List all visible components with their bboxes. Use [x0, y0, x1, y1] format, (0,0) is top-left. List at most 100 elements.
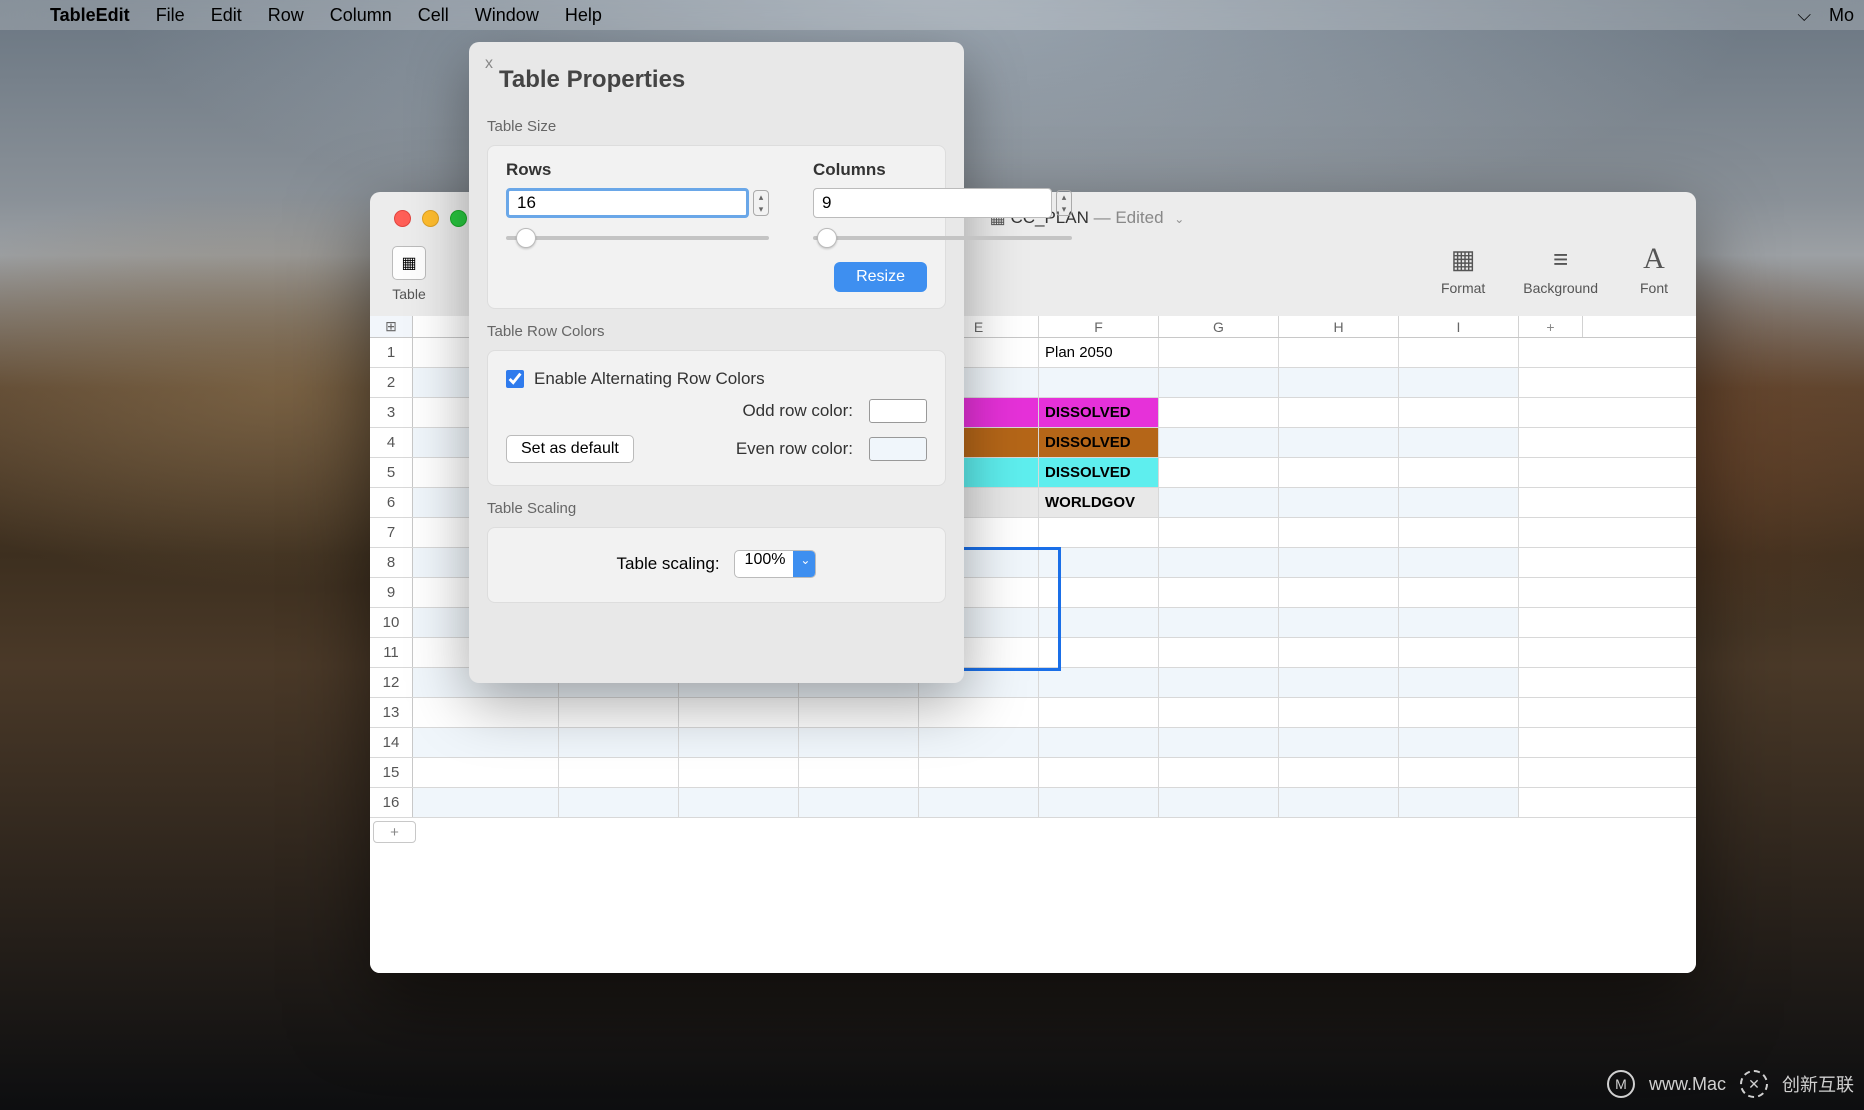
- cell[interactable]: Plan 2050: [1039, 338, 1159, 367]
- cell[interactable]: [1399, 758, 1519, 787]
- cell[interactable]: [1159, 458, 1279, 487]
- cell[interactable]: [1399, 608, 1519, 637]
- font-button[interactable]: A Font: [1636, 244, 1672, 296]
- cell[interactable]: WORLDGOV: [1039, 488, 1159, 517]
- cell[interactable]: DISSOLVED: [1039, 458, 1159, 487]
- cell[interactable]: DISSOLVED: [1039, 398, 1159, 427]
- row-header[interactable]: 14: [370, 728, 413, 757]
- row-header[interactable]: 16: [370, 788, 413, 817]
- cell[interactable]: [1279, 428, 1399, 457]
- rows-input[interactable]: [506, 188, 749, 218]
- cell[interactable]: [413, 758, 559, 787]
- col-G[interactable]: G: [1159, 316, 1279, 337]
- wifi-icon[interactable]: ⌵: [1797, 5, 1811, 26]
- cell[interactable]: [1159, 518, 1279, 547]
- col-F[interactable]: F: [1039, 316, 1159, 337]
- cell[interactable]: [1039, 578, 1159, 607]
- row-header[interactable]: 7: [370, 518, 413, 547]
- menu-edit[interactable]: Edit: [211, 5, 242, 26]
- row-header[interactable]: 10: [370, 608, 413, 637]
- scaling-select[interactable]: 100%: [734, 550, 817, 578]
- cell[interactable]: [1039, 638, 1159, 667]
- cell[interactable]: [679, 698, 799, 727]
- cell[interactable]: [1279, 338, 1399, 367]
- row-header[interactable]: 8: [370, 548, 413, 577]
- row-header[interactable]: 2: [370, 368, 413, 397]
- cell[interactable]: [1399, 428, 1519, 457]
- cell[interactable]: [679, 758, 799, 787]
- cell[interactable]: [1159, 548, 1279, 577]
- menu-file[interactable]: File: [156, 5, 185, 26]
- table-tool-icon[interactable]: ▦: [392, 246, 426, 280]
- cell[interactable]: [1399, 458, 1519, 487]
- cell[interactable]: [1039, 728, 1159, 757]
- cell[interactable]: [1159, 368, 1279, 397]
- cell[interactable]: [1279, 758, 1399, 787]
- alt-row-colors-checkbox[interactable]: Enable Alternating Row Colors: [506, 365, 927, 393]
- cell[interactable]: [1159, 758, 1279, 787]
- row-header[interactable]: 13: [370, 698, 413, 727]
- close-button[interactable]: [394, 210, 411, 227]
- cell[interactable]: [413, 698, 559, 727]
- row-header[interactable]: 1: [370, 338, 413, 367]
- cell[interactable]: [1159, 728, 1279, 757]
- cell[interactable]: [1159, 608, 1279, 637]
- cell[interactable]: [1279, 728, 1399, 757]
- row-header[interactable]: 3: [370, 398, 413, 427]
- menubar[interactable]: TableEdit File Edit Row Column Cell Wind…: [0, 0, 1864, 30]
- cell[interactable]: [1159, 638, 1279, 667]
- cell[interactable]: [1159, 488, 1279, 517]
- toolbar-table[interactable]: ▦ Table: [392, 244, 426, 302]
- cell[interactable]: [1399, 488, 1519, 517]
- columns-slider[interactable]: [813, 228, 1072, 248]
- row-header[interactable]: 11: [370, 638, 413, 667]
- cell[interactable]: [1039, 698, 1159, 727]
- minimize-button[interactable]: [422, 210, 439, 227]
- cell[interactable]: [679, 788, 799, 817]
- menu-cell[interactable]: Cell: [418, 5, 449, 26]
- cell[interactable]: [559, 698, 679, 727]
- cell[interactable]: [1279, 518, 1399, 547]
- cell[interactable]: [1279, 608, 1399, 637]
- cell[interactable]: [1399, 338, 1519, 367]
- cell[interactable]: [559, 788, 679, 817]
- row-header[interactable]: 9: [370, 578, 413, 607]
- cell[interactable]: [1399, 518, 1519, 547]
- row-header[interactable]: 4: [370, 428, 413, 457]
- cell[interactable]: [1159, 668, 1279, 697]
- cell[interactable]: [1279, 698, 1399, 727]
- cell[interactable]: [1039, 368, 1159, 397]
- cell[interactable]: [413, 728, 559, 757]
- cell[interactable]: [1159, 788, 1279, 817]
- select-all-corner[interactable]: ⊞: [370, 316, 413, 337]
- cell[interactable]: DISSOLVED: [1039, 428, 1159, 457]
- row-header[interactable]: 12: [370, 668, 413, 697]
- menu-window[interactable]: Window: [475, 5, 539, 26]
- cell[interactable]: [679, 728, 799, 757]
- cell[interactable]: [1279, 368, 1399, 397]
- cell[interactable]: [1399, 698, 1519, 727]
- cell[interactable]: [1039, 518, 1159, 547]
- col-H[interactable]: H: [1279, 316, 1399, 337]
- cell[interactable]: [1279, 638, 1399, 667]
- cell[interactable]: [799, 698, 919, 727]
- even-row-color-swatch[interactable]: [869, 437, 927, 461]
- cell[interactable]: [919, 788, 1039, 817]
- menu-date[interactable]: Mo: [1829, 5, 1854, 26]
- cell[interactable]: [1159, 428, 1279, 457]
- cell[interactable]: [1399, 368, 1519, 397]
- cell[interactable]: [799, 788, 919, 817]
- cell[interactable]: [1039, 548, 1159, 577]
- menu-app[interactable]: TableEdit: [50, 5, 130, 26]
- cell[interactable]: [1399, 668, 1519, 697]
- menu-row[interactable]: Row: [268, 5, 304, 26]
- cell[interactable]: [799, 758, 919, 787]
- cell[interactable]: [1039, 668, 1159, 697]
- cell[interactable]: [1279, 488, 1399, 517]
- cell[interactable]: [919, 758, 1039, 787]
- cell[interactable]: [799, 728, 919, 757]
- menu-help[interactable]: Help: [565, 5, 602, 26]
- cell[interactable]: [1159, 338, 1279, 367]
- format-button[interactable]: ▦ Format: [1441, 244, 1485, 296]
- cell[interactable]: [1399, 398, 1519, 427]
